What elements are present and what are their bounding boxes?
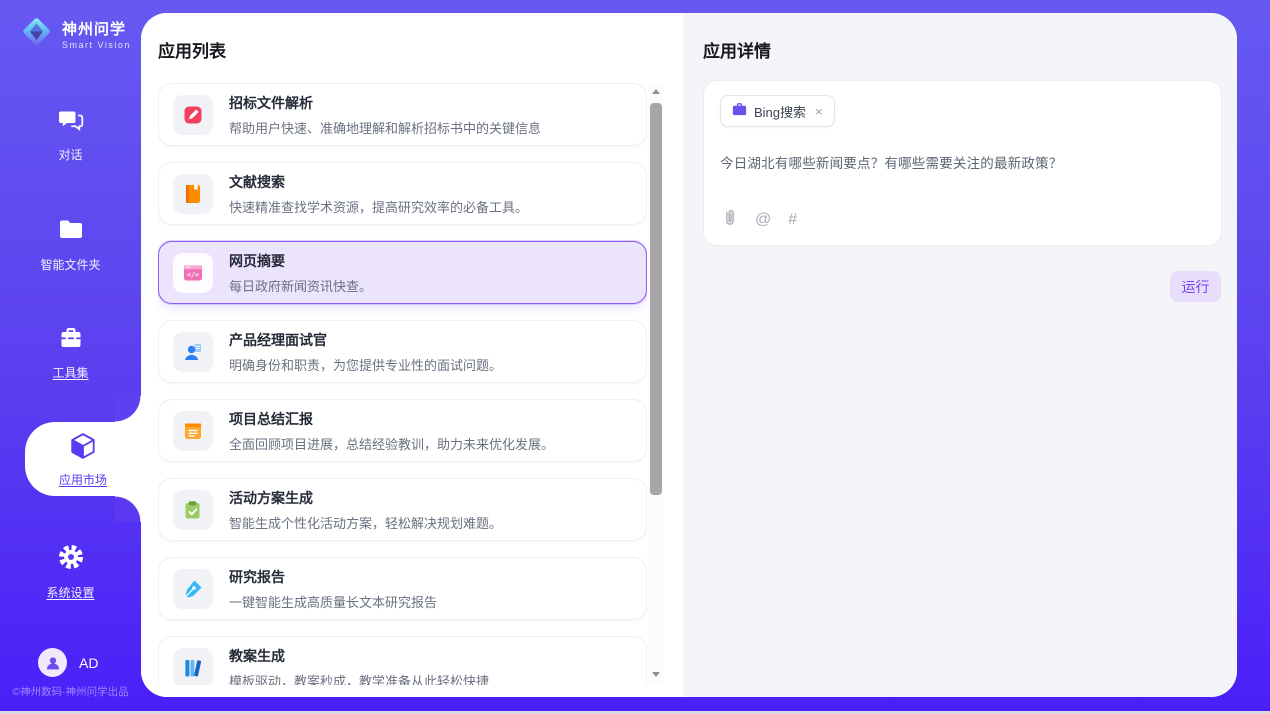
user-account[interactable]: AD	[38, 648, 98, 677]
app-card-text: 教案生成 模板驱动，教案秒成，教学准备从此轻松快捷	[229, 646, 489, 686]
sidebar-item-label: 系统设置	[46, 584, 94, 601]
books-icon	[173, 648, 213, 686]
app-detail-panel: 应用详情 Bing搜索 × 今日湖北有哪些新闻要点？有哪些需要关注的最新政策？	[683, 13, 1237, 697]
brand-logo: 神州问学 Smart Vision	[18, 13, 131, 55]
interviewer-icon	[173, 332, 213, 372]
app-desc: 全面回顾项目进展，总结经验教训，助力未来优化发展。	[229, 434, 554, 453]
folder-icon	[57, 216, 85, 249]
app-desc: 明确身份和职责，为您提供专业性的面试问题。	[229, 355, 502, 374]
query-text[interactable]: 今日湖北有哪些新闻要点？有哪些需要关注的最新政策？	[720, 152, 1205, 172]
app-desc: 快速精准查找学术资源，提高研究效率的必备工具。	[229, 197, 528, 216]
clipboard-check-icon	[173, 490, 213, 530]
sidebar-item-label: 应用市场	[59, 471, 107, 488]
app-card-event-plan[interactable]: 活动方案生成 智能生成个性化活动方案，轻松解决规划难题。	[158, 478, 647, 541]
app-name: 教案生成	[229, 646, 489, 666]
brand-name: 神州问学	[62, 18, 131, 39]
app-name: 活动方案生成	[229, 488, 502, 508]
avatar	[38, 648, 67, 677]
app-desc: 每日政府新闻资讯快查。	[229, 276, 372, 295]
web-code-icon: </>	[173, 253, 213, 293]
main-content: 应用列表 招标文件解析 帮助用户快速、准确地理解和解析招标书中的关键信息	[141, 13, 1237, 697]
sidebar: 神州问学 Smart Vision 对话 智能文件夹	[0, 0, 141, 714]
hash-icon[interactable]: #	[788, 211, 797, 229]
sidebar-item-chat[interactable]: 对话	[0, 106, 141, 163]
cube-icon	[68, 431, 98, 466]
app-card-text: 产品经理面试官 明确身份和职责，为您提供专业性的面试问题。	[229, 330, 502, 374]
app-name: 产品经理面试官	[229, 330, 502, 350]
toolbox-icon	[57, 324, 85, 357]
summary-note-icon	[173, 411, 213, 451]
app-name: 网页摘要	[229, 251, 372, 271]
scrollbar-up-arrow[interactable]	[648, 83, 663, 99]
app-list-title: 应用列表	[158, 37, 226, 62]
app-name: 文献搜索	[229, 172, 528, 192]
app-card-pm-interviewer[interactable]: 产品经理面试官 明确身份和职责，为您提供专业性的面试问题。	[158, 320, 647, 383]
app-card-literature-search[interactable]: 文献搜索 快速精准查找学术资源，提高研究效率的必备工具。	[158, 162, 647, 225]
app-list: 招标文件解析 帮助用户快速、准确地理解和解析招标书中的关键信息 文献搜索 快速精…	[158, 83, 647, 685]
briefcase-icon	[732, 102, 747, 121]
diamond-logo-icon	[18, 13, 55, 55]
list-scrollbar[interactable]	[648, 83, 663, 682]
sidebar-item-toolset[interactable]: 工具集	[0, 324, 141, 381]
copyright-text: ©神州数码·神州问学出品	[0, 684, 141, 699]
gear-icon	[56, 542, 86, 577]
app-card-text: 活动方案生成 智能生成个性化活动方案，轻松解决规划难题。	[229, 488, 502, 532]
brand-text: 神州问学 Smart Vision	[62, 18, 131, 50]
app-card-web-summary[interactable]: </> 网页摘要 每日政府新闻资讯快查。	[158, 241, 647, 304]
app-list-panel: 应用列表 招标文件解析 帮助用户快速、准确地理解和解析招标书中的关键信息	[141, 13, 683, 697]
sidebar-item-settings[interactable]: 系统设置	[0, 542, 141, 601]
book-icon	[173, 174, 213, 214]
sidebar-item-smart-folder[interactable]: 智能文件夹	[0, 216, 141, 273]
app-card-research-report[interactable]: 研究报告 一键智能生成高质量长文本研究报告	[158, 557, 647, 620]
chat-icon	[57, 106, 85, 139]
research-pen-icon	[173, 569, 213, 609]
app-card-text: 网页摘要 每日政府新闻资讯快查。	[229, 251, 372, 295]
tool-tag-bing-search[interactable]: Bing搜索 ×	[720, 95, 835, 127]
app-desc: 一键智能生成高质量长文本研究报告	[229, 592, 437, 611]
scrollbar-down-arrow[interactable]	[648, 666, 663, 682]
brand-subtitle: Smart Vision	[62, 40, 131, 50]
app-card-lesson-plan[interactable]: 教案生成 模板驱动，教案秒成，教学准备从此轻松快捷	[158, 636, 647, 685]
app-name: 招标文件解析	[229, 93, 541, 113]
sidebar-item-app-market[interactable]: 应用市场	[25, 422, 141, 496]
scrollbar-thumb[interactable]	[650, 103, 662, 495]
composer-toolbar: @ #	[721, 208, 797, 232]
app-detail-title: 应用详情	[703, 37, 771, 62]
app-name: 研究报告	[229, 567, 437, 587]
app-card-bid-analysis[interactable]: 招标文件解析 帮助用户快速、准确地理解和解析招标书中的关键信息	[158, 83, 647, 146]
app-card-text: 文献搜索 快速精准查找学术资源，提高研究效率的必备工具。	[229, 172, 528, 216]
user-initials: AD	[79, 655, 98, 671]
app-card-project-summary[interactable]: 项目总结汇报 全面回顾项目进展，总结经验教训，助力未来优化发展。	[158, 399, 647, 462]
tag-close-icon[interactable]: ×	[815, 105, 823, 118]
sidebar-item-label: 工具集	[52, 364, 88, 381]
attachment-icon[interactable]	[721, 208, 738, 232]
document-edit-icon	[173, 95, 213, 135]
app-card-text: 项目总结汇报 全面回顾项目进展，总结经验教训，助力未来优化发展。	[229, 409, 554, 453]
app-desc: 模板驱动，教案秒成，教学准备从此轻松快捷	[229, 671, 489, 686]
svg-text:</>: </>	[187, 271, 199, 279]
tool-tag-label: Bing搜索	[754, 102, 806, 121]
app-desc: 帮助用户快速、准确地理解和解析招标书中的关键信息	[229, 118, 541, 137]
app-card-text: 招标文件解析 帮助用户快速、准确地理解和解析招标书中的关键信息	[229, 93, 541, 137]
run-button[interactable]: 运行	[1170, 271, 1221, 302]
app-card-text: 研究报告 一键智能生成高质量长文本研究报告	[229, 567, 437, 611]
mention-icon[interactable]: @	[755, 211, 771, 229]
sidebar-item-label: 智能文件夹	[40, 256, 100, 273]
sidebar-item-label: 对话	[58, 146, 82, 163]
prompt-card[interactable]: Bing搜索 × 今日湖北有哪些新闻要点？有哪些需要关注的最新政策？ @ #	[703, 80, 1222, 246]
app-name: 项目总结汇报	[229, 409, 554, 429]
app-desc: 智能生成个性化活动方案，轻松解决规划难题。	[229, 513, 502, 532]
